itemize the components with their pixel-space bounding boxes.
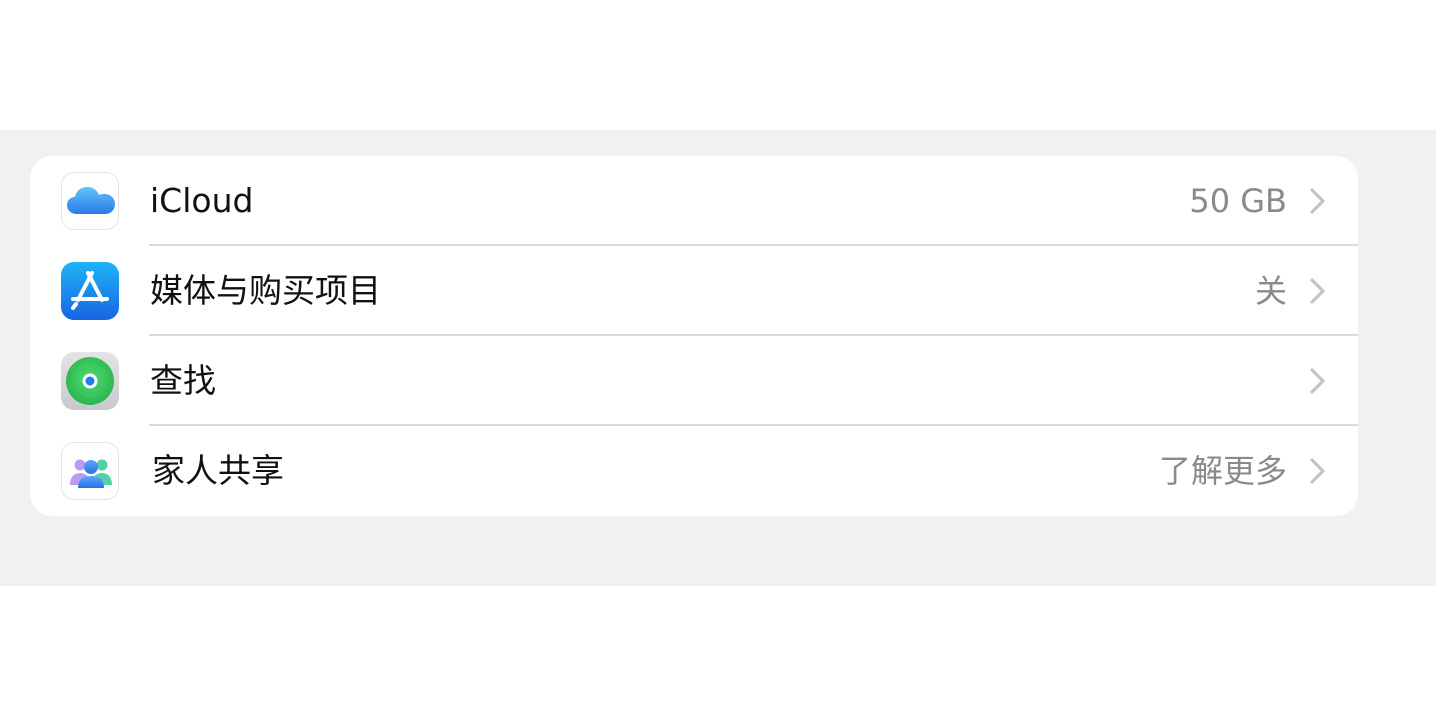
icloud-storage-value: 50 GB — [1189, 182, 1287, 220]
family-sharing-row[interactable]: 家人共享 了解更多 — [30, 426, 1358, 516]
top-blank-area — [0, 0, 1436, 130]
find-my-label: 查找 — [150, 361, 216, 400]
apple-account-services-list: iCloud 50 GB 媒体与购买项目 关 查找 家人共享 了解更多 — [30, 156, 1358, 516]
family-sharing-learn-more: 了解更多 — [1158, 452, 1287, 490]
bottom-blank-area — [0, 586, 1436, 718]
family-sharing-label: 家人共享 — [152, 451, 284, 490]
family-sharing-icon — [61, 442, 119, 500]
app-store-icon — [61, 262, 119, 320]
media-purchases-row[interactable]: 媒体与购买项目 关 — [30, 246, 1358, 336]
icloud-row[interactable]: iCloud 50 GB — [30, 156, 1358, 246]
find-my-icon — [61, 352, 119, 410]
chevron-right-icon — [1308, 457, 1328, 485]
chevron-right-icon — [1308, 277, 1328, 305]
media-purchases-status: 关 — [1254, 272, 1287, 310]
media-purchases-label: 媒体与购买项目 — [150, 271, 381, 310]
icloud-icon — [61, 172, 119, 230]
chevron-right-icon — [1308, 367, 1328, 395]
chevron-right-icon — [1308, 187, 1328, 215]
icloud-label: iCloud — [150, 181, 254, 220]
find-my-row[interactable]: 查找 — [30, 336, 1358, 426]
